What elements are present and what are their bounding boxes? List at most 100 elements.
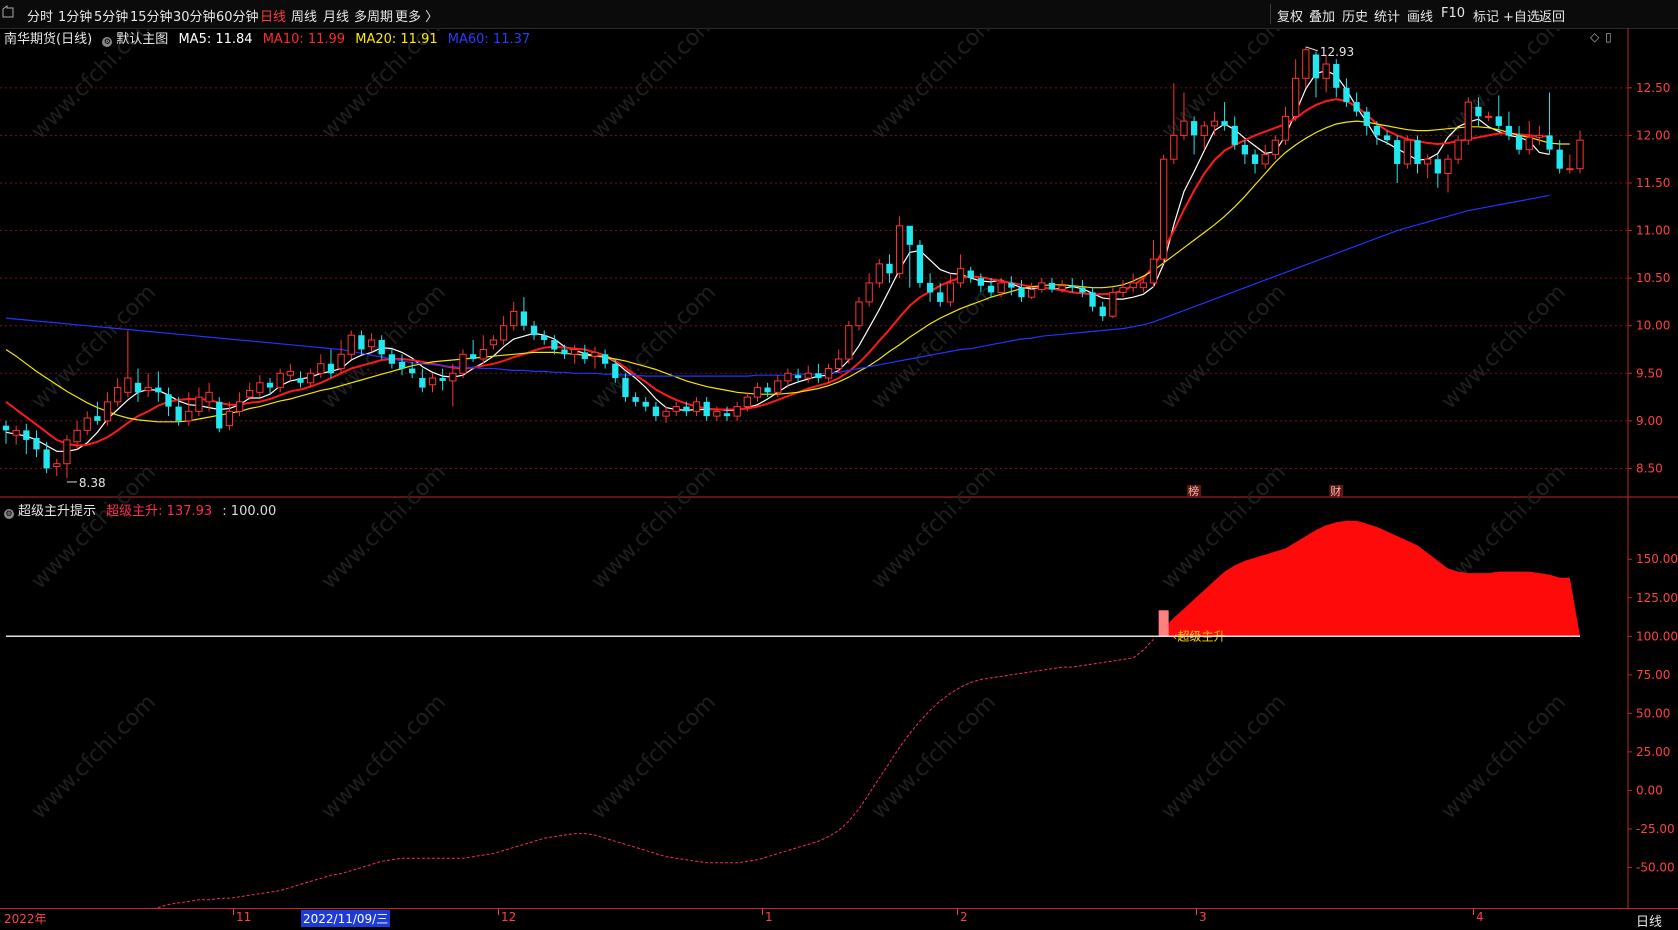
- period-tab-weekly[interactable]: 周线: [291, 6, 317, 25]
- candle-body: [1322, 63, 1330, 79]
- candle-body: [195, 396, 203, 412]
- crosshair-date: 2022/11/09/三: [301, 910, 391, 927]
- ma-line-ma60: [5, 194, 1550, 377]
- candle-body: [1525, 136, 1533, 151]
- diamond-icon[interactable]: ◇: [1590, 30, 1599, 44]
- restore-icon[interactable]: [0, 4, 18, 22]
- period-tab-daily[interactable]: 日线: [260, 6, 286, 25]
- f10-button[interactable]: F10: [1441, 6, 1465, 21]
- candle-body: [216, 401, 223, 429]
- fuquan-button[interactable]: 复权: [1277, 6, 1303, 25]
- candle-body: [865, 282, 873, 303]
- indicator-settings-icon[interactable]: ⚙: [4, 509, 14, 519]
- y-tick-label: 12.00: [1636, 128, 1670, 142]
- draw-line-button[interactable]: 画线: [1407, 6, 1433, 25]
- candle-body: [276, 372, 284, 389]
- candle-body: [1333, 64, 1340, 88]
- period-tab-more[interactable]: 更多 〉: [395, 6, 438, 25]
- period-tab-1min[interactable]: 1分钟: [58, 6, 92, 25]
- watermark: www.cfchi.com: [1437, 28, 1571, 144]
- period-tab-fenshi[interactable]: 分时: [27, 6, 53, 25]
- candle-body: [642, 401, 649, 407]
- watermark: www.cfchi.com: [587, 690, 721, 824]
- candle-body: [1343, 87, 1350, 103]
- candle-body: [530, 325, 538, 336]
- candle-body: [1018, 287, 1025, 298]
- candle-body: [591, 351, 599, 357]
- candle-body: [185, 410, 193, 422]
- mark-button[interactable]: 标记: [1473, 6, 1499, 25]
- candle-body: [155, 387, 162, 393]
- x-tick-label: 2022年: [4, 912, 47, 926]
- stats-button[interactable]: 统计: [1374, 6, 1400, 25]
- watermark: www.cfchi.com: [317, 460, 451, 594]
- candle-body: [1363, 111, 1370, 126]
- window-icon[interactable]: ▯: [1605, 30, 1612, 44]
- y-tick-label: 25.00: [1636, 745, 1670, 759]
- candle-body: [946, 282, 955, 303]
- back-button[interactable]: 返回: [1539, 6, 1565, 25]
- watermark: www.cfchi.com: [1157, 28, 1291, 144]
- candle-body: [1149, 258, 1158, 284]
- candle-body: [541, 335, 548, 340]
- candle-body: [53, 463, 61, 468]
- watermark: www.cfchi.com: [27, 280, 161, 414]
- y-tick-label: 10.00: [1636, 319, 1670, 333]
- history-button[interactable]: 历史: [1342, 6, 1368, 25]
- candle-body: [1048, 282, 1056, 290]
- candle-body: [1424, 158, 1432, 165]
- candle-body: [1566, 168, 1574, 171]
- candle-body: [1383, 135, 1391, 141]
- candle-body: [165, 394, 172, 407]
- watermark: www.cfchi.com: [587, 280, 721, 414]
- watermark: www.cfchi.com: [587, 28, 721, 144]
- candle-body: [581, 352, 588, 360]
- period-tab-multi[interactable]: 多周期: [354, 6, 393, 25]
- candle-body: [1281, 115, 1290, 141]
- candle-body: [1180, 120, 1188, 136]
- period-tab-monthly[interactable]: 月线: [323, 6, 349, 25]
- watermark: www.cfchi.com: [317, 690, 451, 824]
- candle-body: [845, 325, 853, 360]
- watermark: www.cfchi.com: [1437, 690, 1571, 824]
- kline-chart[interactable]: www.cfchi.com www.cfchi.com www.cfchi.com w…: [0, 28, 1678, 908]
- period-tab-5min[interactable]: 5分钟: [94, 6, 128, 25]
- candle-body: [43, 449, 50, 469]
- candle-body: [114, 387, 122, 403]
- candle-body: [1444, 158, 1452, 174]
- ma60-label: MA60: 11.37: [447, 32, 531, 47]
- candle-body: [1027, 289, 1036, 298]
- candle-body: [1464, 101, 1472, 141]
- indicator-name[interactable]: 超级主升提示: [18, 504, 96, 519]
- candle-body: [612, 363, 619, 379]
- candle-body: [1353, 102, 1360, 112]
- ma5-label: MA5: 11.84: [178, 32, 253, 47]
- period-tab-15min[interactable]: 15分钟: [130, 6, 173, 25]
- period-tab-30min[interactable]: 30分钟: [173, 6, 216, 25]
- add-favorite-button[interactable]: +自选: [1503, 6, 1540, 25]
- indicator-value: 超级主升: 137.93: [106, 504, 213, 519]
- candle-body: [997, 282, 1005, 293]
- candle-body: [337, 353, 345, 370]
- candle-body: [306, 372, 315, 384]
- period-tab-60min[interactable]: 60分钟: [216, 6, 259, 25]
- candle-body: [225, 410, 234, 427]
- candle-body: [1200, 125, 1208, 136]
- candle-body: [1170, 134, 1178, 160]
- candle-body: [1546, 135, 1553, 150]
- event-marker-label: 财: [1330, 484, 1341, 498]
- candle-body: [83, 417, 91, 431]
- template-label[interactable]: 默认主图: [116, 32, 168, 47]
- candle-body: [1484, 115, 1493, 118]
- y-tick-label: 50.00: [1636, 706, 1670, 720]
- candle-body: [409, 368, 416, 374]
- candle-body: [855, 301, 863, 327]
- candle-body: [1535, 134, 1544, 138]
- candle-body: [1373, 125, 1381, 136]
- settings-icon[interactable]: ⚙: [102, 37, 113, 47]
- y-tick-label: 11.50: [1636, 176, 1670, 190]
- candle-body: [520, 311, 528, 326]
- candle-body: [1495, 116, 1502, 126]
- candle-body: [895, 225, 904, 274]
- overlay-button[interactable]: 叠加: [1309, 6, 1335, 25]
